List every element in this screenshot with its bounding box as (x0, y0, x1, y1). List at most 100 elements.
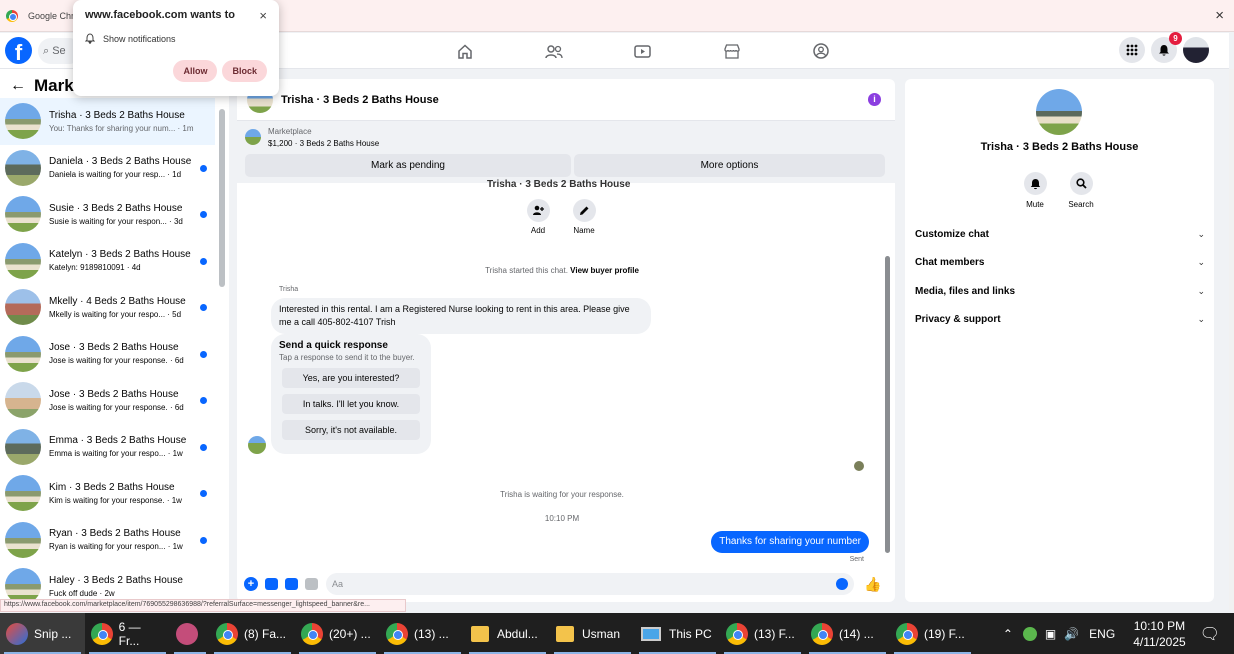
taskbar-item[interactable]: Usman (550, 613, 635, 654)
notifications-bell-icon[interactable]: 9 (1151, 32, 1182, 63)
conversation-thumbnail (5, 289, 41, 326)
conversation-item[interactable]: Jose · 3 Beds 2 Baths House Jose is waiti… (0, 331, 215, 378)
plus-icon[interactable]: + (244, 577, 258, 591)
allow-button[interactable]: Allow (173, 60, 218, 82)
nav-groups-icon[interactable] (776, 39, 865, 63)
conversation-item[interactable]: Jose · 3 Beds 2 Baths House Jose is waiti… (0, 377, 215, 424)
back-arrow-icon[interactable]: ← (10, 77, 26, 95)
gif-icon[interactable] (305, 578, 318, 590)
folder-icon (471, 625, 489, 642)
clock[interactable]: 10:10 PM 4/11/2025 (1133, 618, 1186, 650)
name-chat-action[interactable]: Name (564, 199, 604, 235)
chevron-down-icon: ⌄ (1197, 257, 1205, 267)
nav-video-icon[interactable] (598, 39, 687, 63)
unread-dot (200, 443, 207, 451)
conversation-item[interactable]: Kim · 3 Beds 2 Baths House Kim is waiting… (0, 470, 215, 517)
browser-close-button[interactable]: × (1215, 7, 1224, 24)
chrome-icon (386, 622, 408, 645)
more-options-button[interactable]: More options (574, 154, 885, 177)
sticker-icon[interactable] (285, 578, 298, 590)
nav-marketplace-icon[interactable] (687, 39, 776, 63)
search-action[interactable]: Search (1061, 172, 1101, 209)
taskbar-item[interactable]: (8) Fa... (210, 613, 295, 654)
conversation-name: Ryan · 3 Beds 2 Baths House (49, 528, 181, 540)
account-avatar[interactable] (1183, 37, 1209, 63)
facebook-logo[interactable]: f (5, 37, 32, 64)
conversation-item[interactable]: Ryan · 3 Beds 2 Baths House Ryan is waiti… (0, 517, 215, 564)
notification-count-badge: 9 (1169, 32, 1182, 45)
chat-scrollbar[interactable] (885, 256, 890, 553)
volume-icon[interactable]: 🔊 (1064, 627, 1079, 641)
taskbar-item[interactable]: (19) F... (890, 613, 975, 654)
add-people-action[interactable]: Add (518, 199, 558, 235)
nav-home-icon[interactable] (420, 39, 509, 63)
taskbar-item[interactable]: 6 — Fr... (85, 613, 170, 654)
pencil-icon (579, 206, 588, 215)
quick-response-button[interactable]: Yes, are you interested? (282, 368, 420, 388)
taskbar-item[interactable]: (13) ... (380, 613, 465, 654)
conversation-item[interactable]: Emma · 3 Beds 2 Baths House Emma is waiti… (0, 424, 215, 471)
quick-response-button[interactable]: Sorry, it's not available. (282, 420, 420, 440)
privacy-support-section[interactable]: Privacy & support ⌄ (915, 314, 1205, 325)
action-center-icon[interactable]: 🗨 (1200, 624, 1220, 644)
conversation-item[interactable]: Trisha · 3 Beds 2 Baths House You: Thanks… (0, 98, 215, 145)
conversation-item[interactable]: Susie · 3 Beds 2 Baths House Susie is wai… (0, 191, 215, 238)
conversation-thumbnail (5, 382, 41, 419)
message-input[interactable]: Aa (326, 573, 854, 595)
listing-price-title[interactable]: $1,200 · 3 Beds 2 Baths House (268, 139, 379, 148)
taskbar-item-label: (20+) ... (329, 626, 371, 641)
nav-friends-icon[interactable] (509, 39, 598, 63)
buyer-avatar[interactable] (248, 436, 266, 454)
chat-details-panel: Trisha · 3 Beds 2 Baths House Mute Searc… (905, 79, 1214, 602)
taskbar-apps: Snip ... 6 — Fr... (8) Fa... (20+) ... (13) … (0, 613, 975, 654)
quick-response-button[interactable]: In talks. I'll let you know. (282, 394, 420, 414)
like-icon[interactable]: 👍 (864, 576, 881, 593)
taskbar-item[interactable]: (14) ... (805, 613, 890, 654)
view-buyer-profile-link[interactable]: View buyer profile (570, 266, 639, 275)
chat-header: Trisha · 3 Beds 2 Baths House i (237, 79, 895, 121)
page-scrollbar[interactable] (1229, 69, 1234, 610)
conversation-name: Trisha · 3 Beds 2 Baths House (49, 109, 185, 121)
app-tray-icon[interactable] (1022, 626, 1037, 641)
taskbar-item[interactable] (170, 613, 210, 654)
chat-members-section[interactable]: Chat members ⌄ (915, 257, 1205, 268)
sender-name: Trisha (279, 286, 299, 293)
search-icon (1075, 178, 1087, 189)
taskbar-item-label: (8) Fa... (244, 626, 287, 641)
details-listing-thumbnail[interactable] (1036, 89, 1082, 135)
conversation-preview: Daniela is waiting for your resp... · 1d (49, 170, 182, 180)
taskbar-item-label: (14) ... (839, 626, 874, 641)
conversation-item[interactable]: Daniela · 3 Beds 2 Baths House Daniela is… (0, 145, 215, 192)
listing-thumbnail[interactable] (245, 129, 261, 145)
chrome-icon (301, 622, 323, 645)
mute-label: Mute (1026, 200, 1044, 209)
conversation-item[interactable]: Mkelly · 4 Beds 2 Baths House Mkelly is w… (0, 284, 215, 331)
conversation-item[interactable]: Katelyn · 3 Beds 2 Baths House Katelyn: 9… (0, 238, 215, 285)
chevron-up-icon[interactable]: ⌃ (1003, 627, 1013, 641)
mark-as-pending-button[interactable]: Mark as pending (245, 154, 571, 177)
customize-chat-section[interactable]: Customize chat ⌄ (915, 229, 1205, 240)
meet-now-icon[interactable]: ▣ (1045, 627, 1056, 641)
emoji-icon[interactable] (836, 578, 848, 590)
taskbar-item[interactable]: (20+) ... (295, 613, 380, 654)
taskbar-item[interactable]: Abdul... (465, 613, 550, 654)
language-indicator[interactable]: ENG (1089, 627, 1115, 641)
popup-close-button[interactable]: × (259, 8, 267, 23)
block-button[interactable]: Block (222, 60, 267, 82)
search-icon: ⌕ (43, 45, 53, 57)
inbox-scrollbar[interactable] (219, 109, 225, 287)
photo-icon[interactable] (265, 578, 278, 590)
taskbar-item[interactable]: This PC (635, 613, 720, 654)
taskbar-item[interactable]: Snip ... (0, 613, 85, 654)
info-icon[interactable]: i (868, 93, 881, 106)
menu-grid-icon[interactable] (1119, 37, 1145, 63)
taskbar-item[interactable]: (13) F... (720, 613, 805, 654)
incoming-message: Interested in this rental. I am a Regist… (271, 298, 651, 334)
chevron-down-icon: ⌄ (1197, 314, 1205, 324)
taskbar-item-label: (13) ... (414, 626, 449, 641)
chat-title[interactable]: Trisha · 3 Beds 2 Baths House (281, 94, 439, 106)
media-files-links-section[interactable]: Media, files and links ⌄ (915, 286, 1205, 297)
taskbar-item-label: This PC (669, 626, 712, 641)
taskbar-item-label: Usman (582, 626, 621, 641)
mute-action[interactable]: Mute (1015, 172, 1055, 209)
